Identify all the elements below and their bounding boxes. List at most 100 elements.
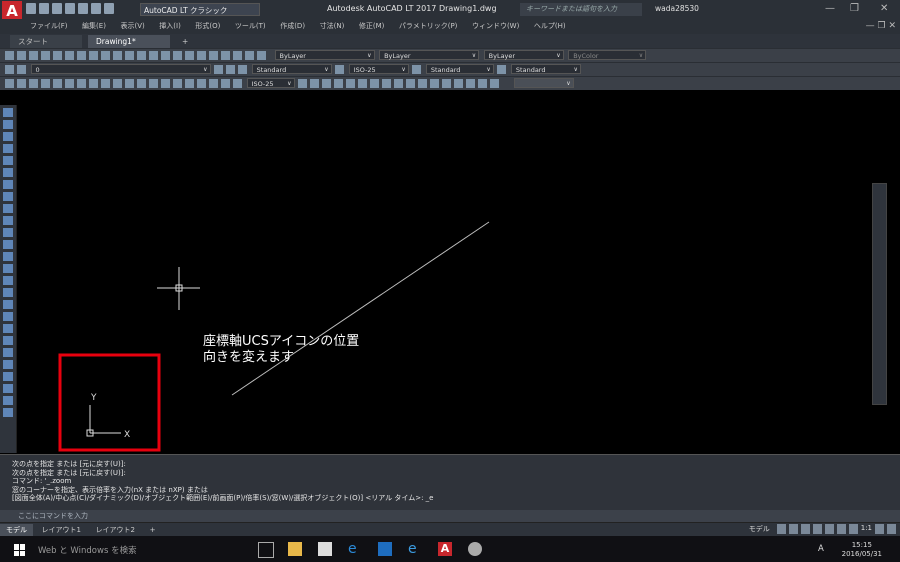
fillet-icon[interactable]	[466, 79, 476, 88]
zoom-previous-icon[interactable]	[173, 51, 182, 60]
polyline-tool-icon[interactable]	[3, 132, 13, 141]
dim-style-icon[interactable]	[335, 65, 345, 74]
dim-text-edit-icon[interactable]	[221, 79, 230, 88]
redo-icon[interactable]	[125, 51, 134, 60]
lineweight-dropdown[interactable]: ByLayer ∨	[483, 50, 564, 60]
design-center-icon[interactable]	[197, 51, 206, 60]
doc-window-controls[interactable]: — ❐ ✕	[866, 19, 896, 34]
dim-style-dropdown-2[interactable]: ISO-25 ∨	[246, 78, 295, 88]
mleader-style-icon[interactable]	[497, 65, 507, 74]
erase-tool-icon[interactable]	[3, 312, 13, 321]
jogged-linear-icon[interactable]	[197, 79, 206, 88]
dim-style-manager-icon[interactable]	[298, 79, 308, 88]
dim-style-dropdown[interactable]: ISO-25 ∨	[348, 64, 409, 74]
menu-help[interactable]: ヘルプ(H)	[534, 19, 566, 34]
mirror-icon[interactable]	[358, 79, 368, 88]
polar-icon[interactable]	[812, 524, 822, 534]
ellipse-tool-icon[interactable]	[3, 216, 13, 225]
lineweight-icon[interactable]	[836, 524, 846, 534]
menu-tools[interactable]: ツール(T)	[235, 19, 266, 34]
mtext-tool-icon[interactable]	[3, 300, 13, 309]
taskbar-clock[interactable]: 15:15 2016/05/31	[842, 541, 882, 559]
user-account[interactable]: wada28530	[655, 4, 699, 13]
erase-icon[interactable]	[334, 79, 344, 88]
aligned-dim-icon[interactable]	[17, 79, 26, 88]
taskbar-search[interactable]: Web と Windows を検索	[38, 544, 137, 556]
undo-icon[interactable]	[113, 51, 122, 60]
linear-dim-icon[interactable]	[5, 79, 14, 88]
layer-properties-icon[interactable]	[5, 65, 14, 74]
outlook-icon[interactable]	[378, 542, 392, 556]
help-icon[interactable]	[257, 51, 266, 60]
calculator-icon[interactable]	[245, 51, 254, 60]
save-icon[interactable]	[52, 3, 62, 14]
search-input[interactable]: キーワードまたは語句を入力	[520, 3, 642, 16]
rotate-icon[interactable]	[406, 79, 416, 88]
mleader-style-dropdown[interactable]: Standard ∨	[510, 64, 581, 74]
color-dropdown[interactable]: ByLayer ∨	[274, 50, 375, 60]
add-layout-button[interactable]: +	[144, 524, 162, 536]
trim-icon[interactable]	[442, 79, 452, 88]
workspace-dropdown[interactable]: AutoCAD LT クラシック	[140, 3, 260, 16]
file-explorer-icon[interactable]	[288, 542, 302, 556]
copy-icon[interactable]	[77, 51, 86, 60]
layer-previous-icon[interactable]	[226, 65, 236, 74]
menu-insert[interactable]: 挿入(I)	[159, 19, 181, 34]
open-icon[interactable]	[17, 51, 26, 60]
print-icon[interactable]	[78, 3, 88, 14]
line-icon[interactable]	[310, 79, 320, 88]
polygon-tool-icon[interactable]	[3, 144, 13, 153]
trim-tool-icon[interactable]	[3, 396, 13, 405]
dim-edit-icon[interactable]	[209, 79, 218, 88]
offset-icon[interactable]	[370, 79, 380, 88]
zoom-icon[interactable]	[149, 51, 158, 60]
circle-tool-icon[interactable]	[3, 180, 13, 189]
color-swatch-dropdown[interactable]: ∨	[513, 78, 574, 88]
drawing-canvas[interactable]: 座標軸UCSアイコンの位置 向きを変えます Y X	[17, 105, 872, 453]
autocad-logo[interactable]: A	[2, 1, 22, 19]
offset-tool-icon[interactable]	[3, 348, 13, 357]
saveas-icon[interactable]	[65, 3, 75, 14]
ime-indicator[interactable]: A	[818, 544, 824, 554]
mirror-tool-icon[interactable]	[3, 336, 13, 345]
snap-icon[interactable]	[788, 524, 798, 534]
rectangle-tool-icon[interactable]	[3, 156, 13, 165]
block-tool-icon[interactable]	[3, 228, 13, 237]
text-style-dropdown[interactable]: Standard ∨	[251, 64, 332, 74]
match-properties-icon[interactable]	[101, 51, 110, 60]
model-space-toggle[interactable]: モデル	[749, 524, 770, 536]
text-style-icon[interactable]	[238, 65, 248, 74]
baseline-icon[interactable]	[113, 79, 122, 88]
properties-panel-icon[interactable]	[490, 79, 500, 88]
preview-icon[interactable]	[53, 51, 62, 60]
hatch-tool-icon[interactable]	[3, 252, 13, 261]
menu-edit[interactable]: 編集(E)	[82, 19, 106, 34]
linetype-dropdown[interactable]: ByLayer ∨	[379, 50, 480, 60]
menu-parametric[interactable]: パラメトリック(P)	[399, 19, 457, 34]
make-current-icon[interactable]	[214, 65, 224, 74]
paste-icon[interactable]	[89, 51, 98, 60]
properties-side-panel[interactable]	[872, 183, 887, 405]
angular-icon[interactable]	[89, 79, 98, 88]
dim-update-icon[interactable]	[233, 79, 242, 88]
copy-obj-icon[interactable]	[346, 79, 356, 88]
redo-icon[interactable]	[104, 3, 114, 14]
tolerance-icon[interactable]	[161, 79, 170, 88]
workspace-switch-icon[interactable]	[875, 524, 884, 534]
menu-format[interactable]: 形式(O)	[195, 19, 220, 34]
explode-icon[interactable]	[478, 79, 488, 88]
new-icon[interactable]	[5, 51, 14, 60]
radius-icon[interactable]	[53, 79, 62, 88]
new-icon[interactable]	[26, 3, 36, 14]
save-icon[interactable]	[29, 51, 38, 60]
layer-state-icon[interactable]	[17, 65, 26, 74]
tab-drawing1[interactable]: Drawing1*	[88, 35, 170, 48]
store-icon[interactable]	[318, 542, 332, 556]
fillet-tool-icon[interactable]	[3, 408, 13, 417]
space-icon[interactable]	[137, 79, 146, 88]
array-icon[interactable]	[382, 79, 392, 88]
stretch-icon[interactable]	[430, 79, 440, 88]
extend-icon[interactable]	[454, 79, 464, 88]
center-mark-icon[interactable]	[173, 79, 182, 88]
print-icon[interactable]	[41, 51, 50, 60]
